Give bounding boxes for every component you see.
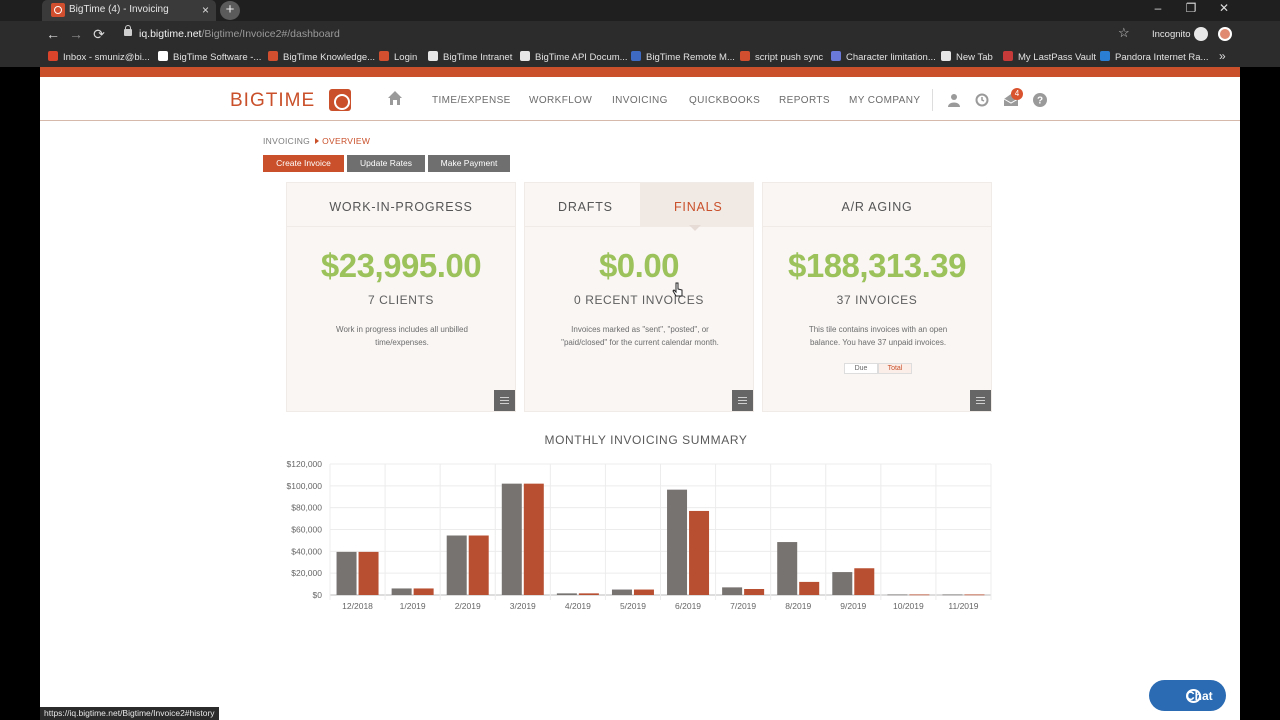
bar-gray-12/2018	[336, 551, 357, 595]
bar-orange-4/2019	[578, 593, 599, 595]
chat-label: Chat	[1186, 689, 1213, 703]
y-tick-label: $0	[313, 590, 323, 600]
x-tick-label: 2/2019	[455, 601, 481, 611]
bookmark-item[interactable]: BigTime Software -...	[158, 51, 261, 63]
y-tick-label: $80,000	[291, 503, 322, 513]
bar-orange-5/2019	[633, 589, 654, 595]
minimize-icon[interactable]: –	[1143, 1, 1173, 15]
profile-icon[interactable]	[1218, 27, 1232, 41]
bar-gray-9/2019	[832, 572, 853, 595]
bar-orange-1/2019	[413, 588, 434, 595]
bar-orange-6/2019	[689, 510, 710, 595]
pandora-icon	[1100, 51, 1110, 61]
bar-gray-5/2019	[611, 589, 632, 595]
y-tick-label: $20,000	[291, 568, 322, 578]
gmail-icon	[48, 51, 58, 61]
window-close-icon[interactable]: ✕	[1209, 1, 1239, 15]
reload-icon[interactable]: ⟳	[90, 25, 108, 43]
bar-gray-7/2019	[722, 587, 743, 595]
bookmark-item[interactable]: BigTime Remote M...	[631, 51, 735, 63]
bookmark-item[interactable]: BigTime Knowledge...	[268, 51, 375, 63]
x-tick-label: 1/2019	[400, 601, 426, 611]
bar-orange-10/2019	[909, 594, 930, 596]
bookmark-item[interactable]: BigTime API Docum...	[520, 51, 628, 63]
bookmarks-overflow-icon[interactable]: »	[1219, 49, 1226, 63]
url-host: iq.bigtime.net	[139, 28, 202, 40]
x-tick-label: 9/2019	[840, 601, 866, 611]
url-path: /Bigtime/Invoice2#/dashboard	[201, 28, 340, 40]
bar-orange-9/2019	[854, 568, 875, 595]
remote-icon	[631, 51, 641, 61]
bigtime-icon	[740, 51, 750, 61]
google-icon	[158, 51, 168, 61]
bar-gray-11/2019	[942, 594, 963, 596]
bar-gray-4/2019	[556, 593, 577, 595]
bookmark-item[interactable]: My LastPass Vault	[1003, 51, 1096, 63]
bookmark-item[interactable]: Login	[379, 51, 417, 63]
x-tick-label: 6/2019	[675, 601, 701, 611]
x-tick-label: 5/2019	[620, 601, 646, 611]
x-tick-label: 3/2019	[510, 601, 536, 611]
y-tick-label: $60,000	[291, 525, 322, 535]
page: BIGTIME TIME/EXPENSE WORKFLOW INVOICING …	[40, 67, 1240, 720]
restore-icon[interactable]: ❐	[1176, 1, 1206, 15]
x-tick-label: 11/2019	[948, 601, 978, 611]
bar-gray-3/2019	[501, 483, 522, 595]
browser-tabstrip: BigTime (4) - Invoicing × + – ❐ ✕	[0, 0, 1280, 21]
y-tick-label: $40,000	[291, 546, 322, 556]
bar-orange-8/2019	[799, 581, 820, 595]
circle-icon	[831, 51, 841, 61]
monthly-invoicing-chart: $0 $20,000 $40,000 $60,000 $80,000 $100,000 $1…	[287, 459, 992, 611]
globe-icon	[520, 51, 530, 61]
bar-gray-8/2019	[777, 542, 798, 595]
bookmark-item[interactable]: Pandora Internet Ra...	[1100, 51, 1208, 63]
x-tick-label: 4/2019	[565, 601, 591, 611]
address-bar[interactable]: iq.bigtime.net/Bigtime/Invoice2#/dashboa…	[139, 28, 340, 40]
bookmark-star-icon[interactable]: ☆	[1118, 25, 1130, 41]
bookmark-item[interactable]: BigTime Intranet	[428, 51, 512, 63]
hand-cursor-icon	[672, 282, 683, 297]
status-bar-url: https://iq.bigtime.net/Bigtime/Invoice2#…	[40, 707, 219, 720]
y-tick-label: $100,000	[287, 481, 323, 491]
bar-orange-7/2019	[744, 588, 765, 595]
y-tick-label: $120,000	[287, 459, 323, 469]
tab-close-icon[interactable]: ×	[202, 2, 209, 18]
bar-orange-2/2019	[468, 535, 489, 595]
incognito-label: Incognito	[1152, 29, 1191, 40]
screen: BigTime (4) - Invoicing × + – ❐ ✕ ← → ⟳ …	[0, 0, 1280, 720]
globe-icon	[428, 51, 438, 61]
globe-icon	[941, 51, 951, 61]
bar-gray-6/2019	[667, 489, 688, 595]
x-tick-label: 10/2019	[893, 601, 924, 611]
browser-toolbar: ← → ⟳ iq.bigtime.net/Bigtime/Invoice2#/d…	[0, 21, 1280, 47]
bigtime-icon	[268, 51, 278, 61]
bigtime-favicon-icon	[51, 3, 65, 17]
bar-orange-3/2019	[523, 483, 544, 595]
incognito-icon	[1194, 27, 1208, 41]
bar-gray-10/2019	[887, 594, 908, 596]
lastpass-icon	[1003, 51, 1013, 61]
tab-title: BigTime (4) - Invoicing	[69, 4, 169, 15]
x-tick-label: 8/2019	[785, 601, 811, 611]
x-tick-label: 12/2018	[342, 601, 373, 611]
bar-orange-11/2019	[964, 594, 985, 596]
new-tab-button[interactable]: +	[220, 1, 240, 20]
x-tick-label: 7/2019	[730, 601, 756, 611]
chat-button[interactable]: Chat	[1149, 680, 1226, 711]
bookmark-item[interactable]: Character limitation...	[831, 51, 936, 63]
bookmark-item[interactable]: script push sync	[740, 51, 823, 63]
bar-orange-12/2018	[358, 551, 379, 595]
lock-icon	[124, 25, 132, 36]
bookmark-item[interactable]: New Tab	[941, 51, 993, 63]
forward-arrow-icon[interactable]: →	[67, 25, 85, 43]
bigtime-icon	[379, 51, 389, 61]
bar-gray-2/2019	[446, 535, 467, 595]
browser-tab[interactable]: BigTime (4) - Invoicing ×	[42, 0, 216, 21]
back-arrow-icon[interactable]: ←	[44, 25, 62, 43]
bar-gray-1/2019	[391, 588, 412, 595]
bookmarks-bar: Inbox - smuniz@bi... BigTime Software -.…	[0, 47, 1280, 67]
bookmark-item[interactable]: Inbox - smuniz@bi...	[48, 51, 150, 63]
